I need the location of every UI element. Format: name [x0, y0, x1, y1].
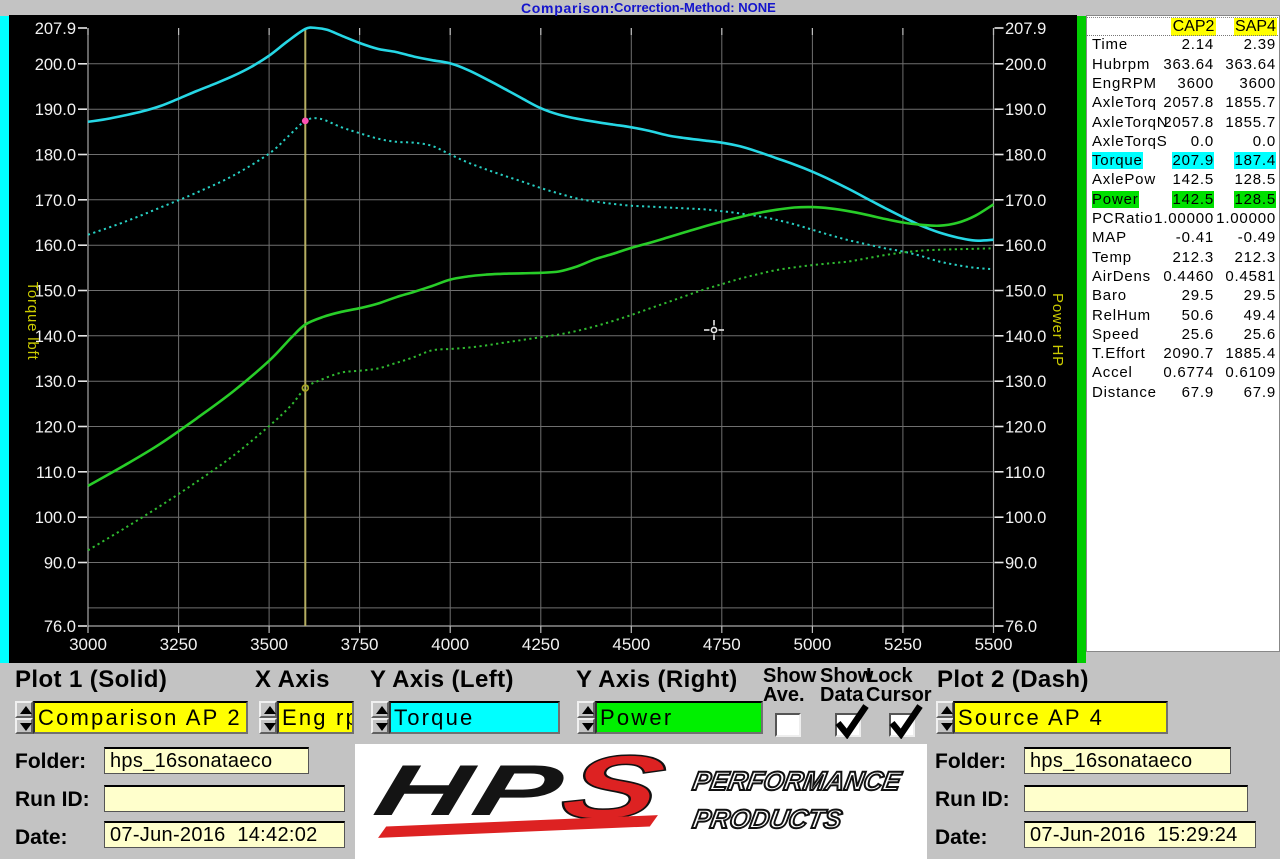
svg-text:207.9: 207.9 — [35, 20, 76, 38]
svg-text:3750: 3750 — [341, 635, 379, 654]
svg-text:190.0: 190.0 — [1005, 101, 1046, 119]
svg-text:120.0: 120.0 — [35, 419, 76, 437]
svg-text:76.0: 76.0 — [44, 618, 76, 636]
svg-text:150.0: 150.0 — [1005, 283, 1046, 301]
svg-text:5000: 5000 — [793, 635, 831, 654]
svg-text:180.0: 180.0 — [1005, 147, 1046, 165]
svg-text:130.0: 130.0 — [1005, 373, 1046, 391]
svg-text:76.0: 76.0 — [1005, 618, 1037, 636]
svg-text:170.0: 170.0 — [1005, 192, 1046, 210]
svg-text:200.0: 200.0 — [35, 56, 76, 74]
svg-text:4000: 4000 — [431, 635, 469, 654]
svg-text:4500: 4500 — [612, 635, 650, 654]
svg-text:5500: 5500 — [975, 635, 1013, 654]
svg-text:140.0: 140.0 — [1005, 328, 1046, 346]
svg-text:130.0: 130.0 — [35, 373, 76, 391]
svg-text:Power HP: Power HP — [1049, 293, 1066, 367]
svg-text:207.9: 207.9 — [1005, 20, 1046, 38]
svg-text:4750: 4750 — [703, 635, 741, 654]
svg-text:160.0: 160.0 — [35, 237, 76, 255]
svg-text:110.0: 110.0 — [1005, 464, 1045, 482]
svg-text:200.0: 200.0 — [1005, 56, 1046, 74]
svg-text:90.0: 90.0 — [1005, 555, 1037, 573]
svg-text:160.0: 160.0 — [1005, 237, 1046, 255]
svg-text:190.0: 190.0 — [35, 101, 76, 119]
svg-text:5250: 5250 — [884, 635, 922, 654]
svg-text:170.0: 170.0 — [35, 192, 76, 210]
svg-text:90.0: 90.0 — [44, 555, 76, 573]
svg-text:120.0: 120.0 — [1005, 419, 1046, 437]
svg-text:3250: 3250 — [160, 635, 198, 654]
svg-text:100.0: 100.0 — [1005, 509, 1046, 527]
svg-text:180.0: 180.0 — [35, 147, 76, 165]
svg-text:3000: 3000 — [69, 635, 107, 654]
svg-text:4250: 4250 — [522, 635, 560, 654]
svg-text:100.0: 100.0 — [35, 509, 76, 527]
svg-text:3500: 3500 — [250, 635, 288, 654]
svg-text:Torque lbft: Torque lbft — [24, 282, 41, 361]
svg-text:110.0: 110.0 — [36, 464, 76, 482]
